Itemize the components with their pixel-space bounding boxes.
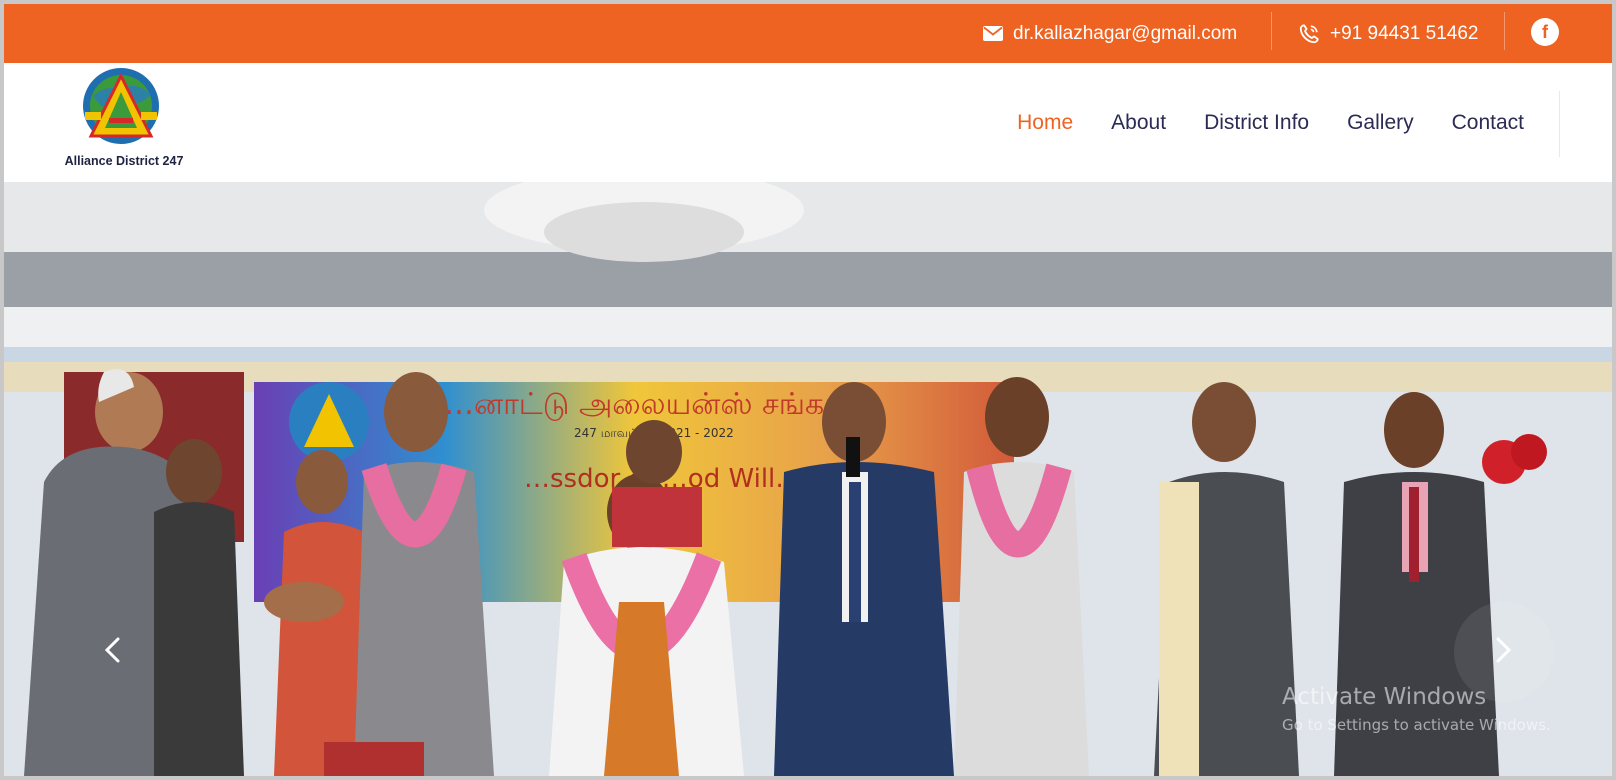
nav-item-contact[interactable]: Contact [1452,111,1524,135]
nav-item-home[interactable]: Home [1017,111,1073,135]
site-header: Alliance District 247 Home About Distric… [4,63,1612,182]
topbar-divider [1504,12,1505,50]
chevron-right-icon [1495,637,1513,668]
nav-item-district-info[interactable]: District Info [1204,111,1309,135]
top-contact-bar: dr.kallazhagar@gmail.com +91 94431 51462… [4,4,1612,63]
phone-link[interactable]: +91 94431 51462 [1298,4,1478,63]
email-text: dr.kallazhagar@gmail.com [1013,22,1238,44]
site-logo[interactable]: Alliance District 247 [54,66,194,178]
email-link[interactable]: dr.kallazhagar@gmail.com [983,4,1237,63]
browser-viewport: dr.kallazhagar@gmail.com +91 94431 51462… [4,4,1612,776]
nav-item-gallery[interactable]: Gallery [1347,111,1414,135]
phone-icon [1298,23,1320,45]
envelope-icon [983,26,1003,41]
alliance-emblem-icon [83,68,159,144]
hero-slider: …னாட்டு அலையன்ஸ் சங்கங்… 247 மாவட்டம் 20… [4,182,1612,776]
header-divider [1559,91,1560,157]
watermark-subtitle: Go to Settings to activate Windows. [1282,716,1551,734]
logo-caption: Alliance District 247 [64,154,184,168]
facebook-glyph: f [1542,21,1548,42]
windows-activation-watermark: Activate Windows Go to Settings to activ… [1282,684,1551,734]
watermark-title: Activate Windows [1282,684,1487,710]
banner-title: …னாட்டு அலையன்ஸ் சங்கங்… [444,387,881,422]
phone-text: +91 94431 51462 [1330,22,1479,44]
chevron-left-icon [103,637,121,668]
facebook-icon[interactable]: f [1531,18,1559,46]
topbar-divider [1271,12,1272,50]
slider-prev-button[interactable] [62,602,162,702]
main-nav: Home About District Info Gallery Contact [1017,63,1524,182]
nav-item-about[interactable]: About [1111,111,1166,135]
